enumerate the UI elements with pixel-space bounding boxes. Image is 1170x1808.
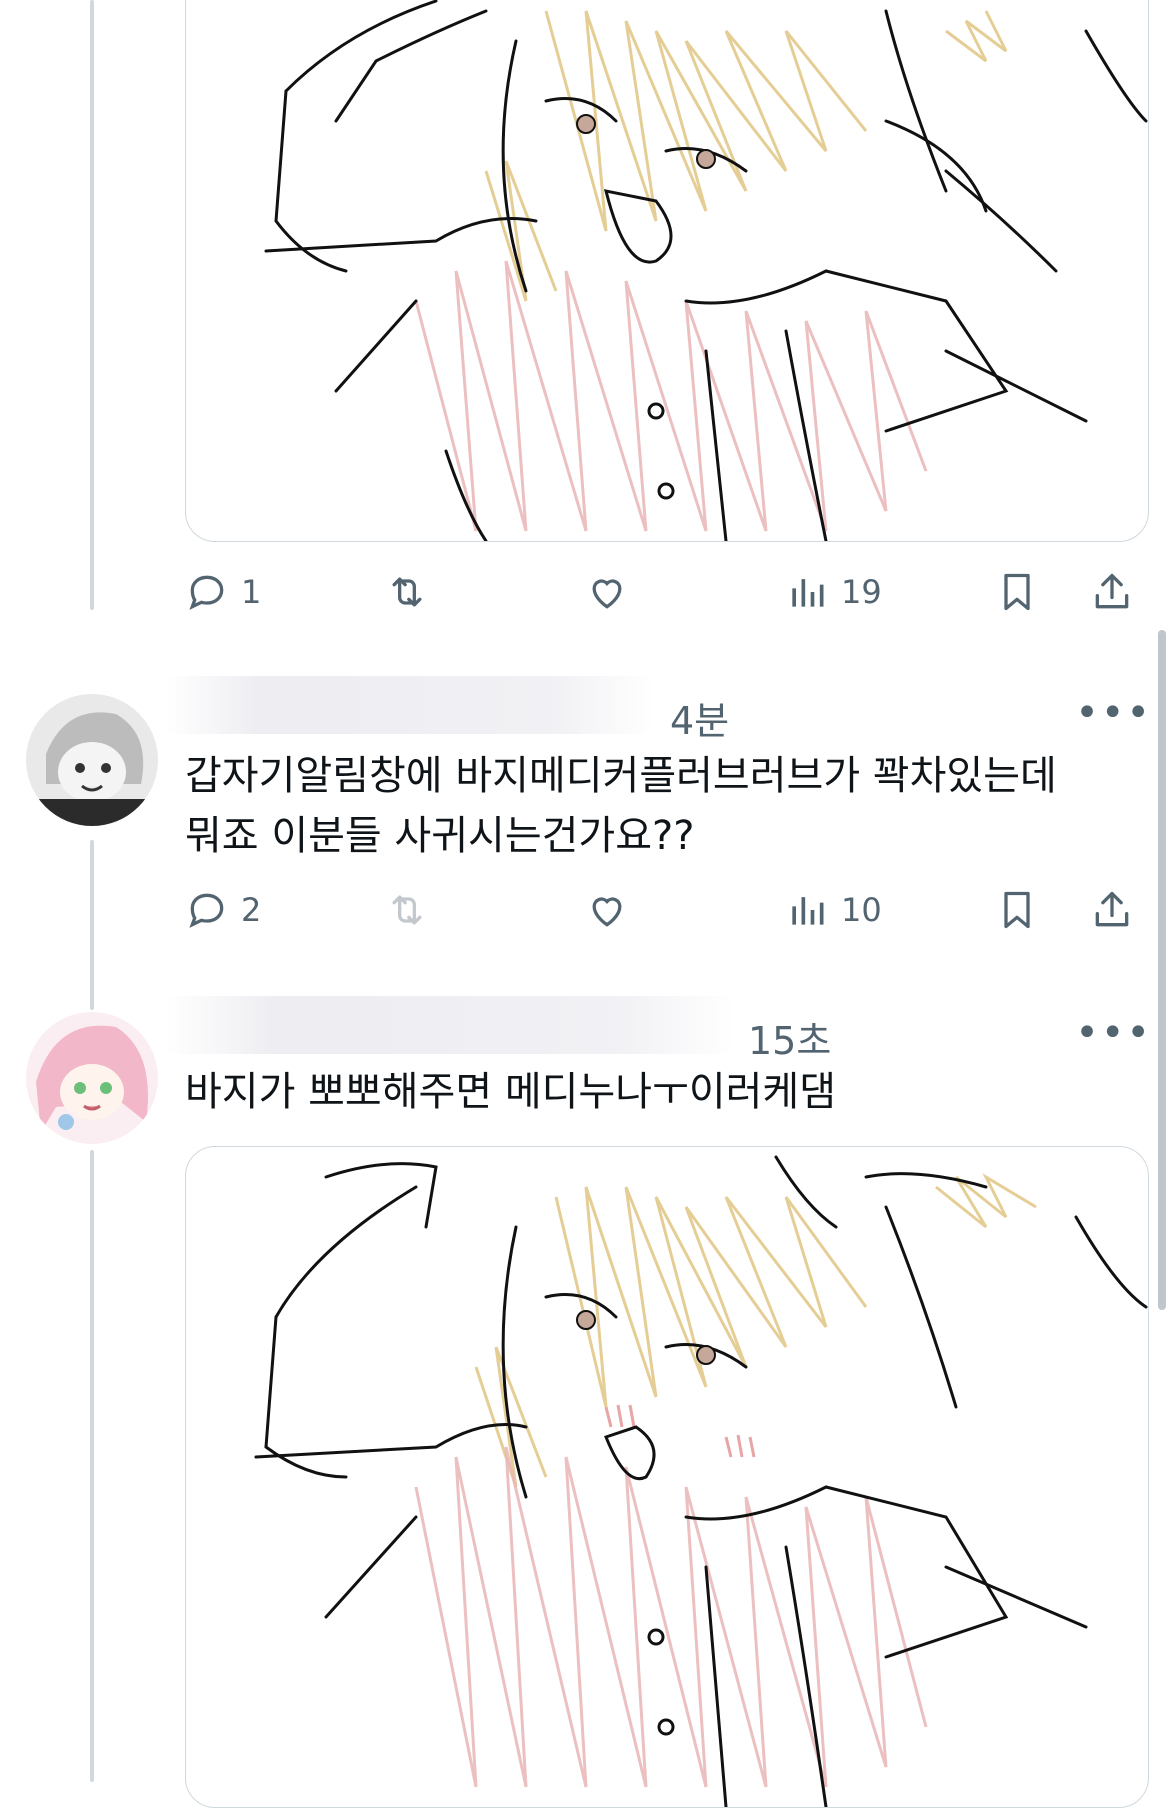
- thread-line-top: [90, 0, 94, 610]
- reply-text-line2: 뭐죠 이분들 사귀시는건가요??: [185, 813, 695, 859]
- avatar-image: [26, 694, 158, 826]
- share-button[interactable]: [1090, 880, 1134, 940]
- views-button[interactable]: 10: [785, 880, 882, 940]
- post-actions-reply-one: 2 10: [185, 880, 1147, 940]
- retweet-icon: [392, 895, 422, 925]
- avatar-image: [26, 1012, 158, 1144]
- post-image-bottom[interactable]: [185, 1146, 1149, 1808]
- username-redacted: [165, 676, 655, 734]
- reply-button[interactable]: 2: [185, 880, 261, 940]
- retweet-icon: [392, 577, 422, 607]
- sketch-drawing: [254, 1155, 1148, 1807]
- reply-icon: [189, 575, 224, 610]
- post-image-top[interactable]: [185, 0, 1149, 542]
- views-button[interactable]: 19: [785, 562, 882, 622]
- timestamp[interactable]: 15초: [748, 1010, 831, 1065]
- reply-icon: [189, 893, 224, 928]
- views-icon: [792, 897, 824, 925]
- avatar[interactable]: [26, 694, 158, 826]
- timestamp[interactable]: 4분: [670, 690, 729, 745]
- reply-count: 1: [241, 573, 262, 611]
- thread-line-middle: [90, 840, 94, 1010]
- like-icon: [592, 579, 622, 609]
- views-icon: [792, 579, 824, 607]
- share-icon: [1095, 573, 1129, 609]
- bookmark-button[interactable]: [995, 562, 1039, 622]
- share-button[interactable]: [1090, 562, 1134, 622]
- views-count: 10: [841, 891, 882, 929]
- reply-button[interactable]: 1: [185, 562, 261, 622]
- like-icon: [592, 897, 622, 927]
- retweet-button[interactable]: [385, 562, 429, 622]
- reply-text: 바지가 뽀뽀해주면 메디누나ㅜ이러케댐: [185, 1069, 837, 1115]
- avatar[interactable]: [26, 1012, 158, 1144]
- post-actions-top: 1 19: [185, 562, 1147, 622]
- more-icon[interactable]: •••: [1075, 1010, 1152, 1056]
- reply-count: 2: [241, 891, 262, 929]
- more-icon[interactable]: •••: [1075, 690, 1152, 736]
- retweet-button[interactable]: [385, 880, 429, 940]
- views-count: 19: [841, 573, 882, 611]
- username-redacted: [165, 996, 735, 1054]
- like-button[interactable]: [585, 562, 629, 622]
- sketch-drawing: [264, 0, 1148, 541]
- thread-line-bottom: [90, 1150, 94, 1782]
- bookmark-icon: [1004, 891, 1030, 929]
- bookmark-button[interactable]: [995, 880, 1039, 940]
- scrollbar[interactable]: [1158, 630, 1166, 1310]
- reply-text: 갑자기알림창에 바지메디커플러브러브가 꽉차있는데 뭐죠 이분들 사귀시는건가요…: [185, 746, 1135, 866]
- bookmark-icon: [1004, 573, 1030, 611]
- share-icon: [1095, 891, 1129, 927]
- like-button[interactable]: [585, 880, 629, 940]
- reply-text-line1: 갑자기알림창에 바지메디커플러브러브가 꽉차있는데: [185, 753, 1057, 799]
